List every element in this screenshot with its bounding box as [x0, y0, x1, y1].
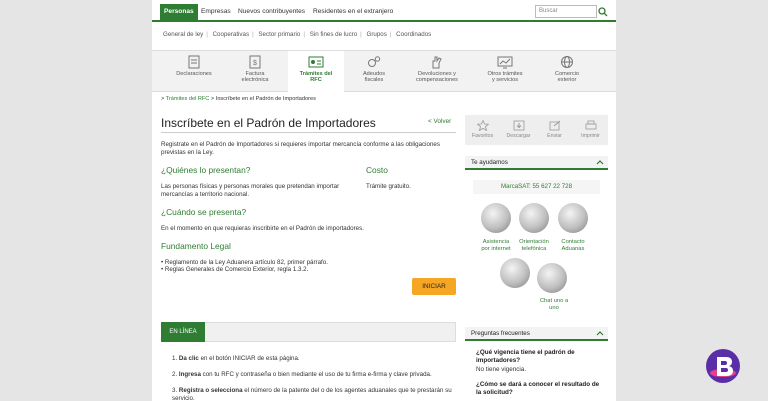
- action-bar: Favoritos Descargar Enviar Imprimir: [465, 115, 608, 145]
- faq-question[interactable]: ¿Cómo se dará a conocer el resultado de …: [476, 381, 604, 397]
- subnav-sin-fines-de-lucro[interactable]: Sin fines de lucro: [309, 31, 358, 38]
- monitor-icon: [497, 56, 513, 69]
- intro-text: Registrate en el Padrón de Importadores …: [161, 141, 440, 156]
- top-navigation: Personas Empresas Nuevos contribuyentes …: [152, 4, 616, 20]
- chat-image[interactable]: [500, 258, 530, 288]
- te-ayudamos-header[interactable]: Te ayudamos: [465, 156, 608, 170]
- category-adeudos-fiscales[interactable]: Adeudos fiscales: [348, 51, 400, 93]
- list-item: 3. Registra o selecciona el número de la…: [172, 387, 452, 401]
- contacto-aduanas-link[interactable]: Contacto Aduanas: [548, 239, 598, 253]
- b-logo-icon: [710, 357, 736, 377]
- page: Personas Empresas Nuevos contribuyentes …: [152, 0, 616, 401]
- category-declaraciones[interactable]: Declaraciones: [166, 51, 222, 93]
- svg-text:$: $: [253, 60, 257, 67]
- header-divider: [152, 20, 616, 22]
- tab-nuevos-contribuyentes[interactable]: Nuevos contribuyentes: [234, 4, 309, 20]
- chat-image[interactable]: [537, 263, 567, 293]
- star-icon: [476, 120, 489, 131]
- search-input[interactable]: Buscar: [535, 5, 597, 18]
- globe-icon: [561, 56, 573, 68]
- list-item: 2. Ingresa con tu RFC y contraseña o bie…: [172, 371, 432, 378]
- download-icon: [513, 120, 524, 131]
- descargar-button[interactable]: Descargar: [501, 115, 536, 145]
- preguntas-frecuentes-header[interactable]: Preguntas frecuentes: [465, 327, 608, 341]
- list-item: 1. Da clic en el botón INICIAR de esta p…: [172, 355, 300, 362]
- gears-icon: [368, 56, 381, 67]
- category-devoluciones[interactable]: Devoluciones y compensaciones: [404, 51, 470, 93]
- fundamento-item: • Reglas Generales de Comercio Exterior,…: [161, 266, 309, 273]
- en-linea-bar: [161, 322, 456, 342]
- subnav-grupos[interactable]: Grupos: [366, 31, 388, 38]
- tab-empresas[interactable]: Empresas: [197, 4, 235, 20]
- iniciar-button[interactable]: INICIAR: [412, 278, 456, 295]
- page-title: Inscríbete en el Padrón de Importadores: [161, 116, 376, 130]
- costo-heading: Costo: [366, 165, 388, 175]
- tab-personas[interactable]: Personas: [160, 4, 198, 20]
- te-ayudamos-title: Te ayudamos: [471, 159, 508, 166]
- costo-text: Trámite gratuito.: [366, 183, 411, 190]
- fundamento-heading: Fundamento Legal: [161, 241, 231, 251]
- category-comercio-exterior[interactable]: Comercio exterior: [540, 51, 594, 93]
- category-bar: Declaraciones $ Factura electrónica Trámi…: [152, 50, 616, 93]
- subnav-general-de-ley[interactable]: General de ley: [162, 31, 204, 38]
- document-icon: [188, 55, 200, 69]
- quienes-heading: ¿Quiénes lo presentan?: [161, 165, 251, 175]
- category-factura-electronica[interactable]: $ Factura electrónica: [228, 51, 282, 93]
- subnav-coordinados[interactable]: Coordinados: [395, 31, 432, 38]
- favoritos-button[interactable]: Favoritos: [465, 115, 500, 145]
- asistencia-internet-image[interactable]: [481, 203, 511, 233]
- breadcrumb: > Trámites del RFC > Inscríbete en el Pa…: [161, 96, 316, 102]
- orientacion-telefonica-image[interactable]: [519, 203, 549, 233]
- id-card-icon: [308, 56, 324, 68]
- contacto-aduanas-image[interactable]: [558, 203, 588, 233]
- tab-en-linea[interactable]: EN LÍNEA: [161, 322, 205, 342]
- sub-navigation: General de ley | Cooperativas | Sector pri…: [162, 31, 432, 38]
- printer-icon: [585, 120, 596, 130]
- category-tramites-rfc[interactable]: Trámites del RFC: [288, 51, 344, 93]
- volver-link[interactable]: < Volver: [428, 118, 451, 125]
- breadcrumb-tramites-rfc[interactable]: Trámites del RFC: [166, 96, 210, 102]
- phone-number: MarcaSAT: 55 627 22 728: [473, 180, 600, 194]
- chat-uno-a-uno-link[interactable]: Chat uno a uno: [529, 298, 579, 312]
- tab-residentes-extranjero[interactable]: Residentes en el extranjero: [309, 4, 397, 20]
- cuando-heading: ¿Cuándo se presenta?: [161, 207, 247, 217]
- subnav-sector-primario[interactable]: Sector primario: [257, 31, 301, 38]
- enviar-button[interactable]: Enviar: [537, 115, 572, 145]
- hand-icon: [432, 56, 442, 69]
- category-otros-tramites[interactable]: Otros trámites y servicios: [474, 51, 536, 93]
- faq-question[interactable]: ¿Qué vigencia tiene el padrón de importa…: [476, 349, 604, 365]
- share-icon: [549, 120, 560, 131]
- breadcrumb-current: Inscríbete en el Padrón de Importadores: [215, 96, 316, 102]
- faq-title: Preguntas frecuentes: [471, 330, 530, 337]
- faq-answer: No tiene vigencia.: [476, 366, 527, 373]
- floating-b-logo[interactable]: [706, 349, 740, 383]
- quienes-text: Las personas físicas y personas morales …: [161, 183, 340, 198]
- search-icon[interactable]: [598, 7, 608, 17]
- imprimir-button[interactable]: Imprimir: [573, 115, 608, 145]
- cuando-text: En el momento en que requieras inscribir…: [161, 225, 364, 232]
- invoice-icon: $: [249, 55, 261, 69]
- chevron-up-icon[interactable]: [596, 330, 604, 336]
- subnav-cooperativas[interactable]: Cooperativas: [212, 31, 250, 38]
- title-divider: [161, 132, 456, 133]
- chevron-up-icon[interactable]: [596, 159, 604, 165]
